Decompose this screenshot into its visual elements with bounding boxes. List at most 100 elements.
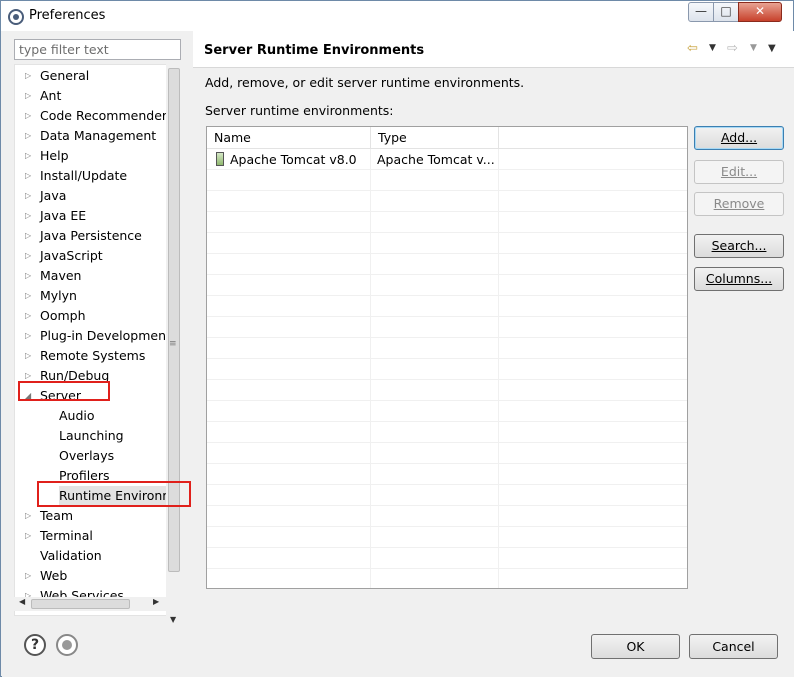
forward-dropdown-icon[interactable]: ▼ bbox=[750, 43, 757, 53]
preferences-window: Preferences — □ ✕ type filter text ▷ Gene… bbox=[0, 0, 794, 677]
cell-name bbox=[207, 548, 371, 569]
cell-name bbox=[207, 569, 371, 588]
view-menu-icon[interactable]: ▼ bbox=[768, 43, 776, 54]
tree-item[interactable]: ▷ Java EE bbox=[15, 206, 175, 226]
minimize-button[interactable]: — bbox=[688, 2, 714, 22]
tree-item[interactable]: ▷ Java Persistence bbox=[15, 226, 175, 246]
tree-horizontal-scrollbar[interactable]: ◀ ▶ bbox=[14, 597, 166, 611]
cell-type bbox=[371, 359, 499, 380]
cell-type bbox=[371, 233, 499, 254]
scroll-right-arrow-icon[interactable]: ▶ bbox=[153, 597, 159, 606]
columns-button[interactable]: Columns... bbox=[694, 267, 784, 291]
collapsed-arrow-icon[interactable]: ▷ bbox=[25, 526, 31, 546]
tree-item-label: Ant bbox=[40, 88, 62, 103]
back-arrow-icon[interactable]: ⇦ bbox=[687, 41, 698, 56]
tree-item-label: Audio bbox=[59, 408, 95, 423]
table-row bbox=[207, 212, 687, 233]
tree-item[interactable]: Audio bbox=[15, 406, 175, 426]
tree-item[interactable]: ▷ Install/Update bbox=[15, 166, 175, 186]
cell-name bbox=[207, 527, 371, 548]
tree-item-label: Validation bbox=[40, 548, 102, 563]
cell-type bbox=[371, 170, 499, 191]
search-button[interactable]: Search... bbox=[694, 234, 784, 258]
tree-item[interactable]: Validation bbox=[15, 546, 175, 566]
remove-button[interactable]: Remove bbox=[694, 192, 784, 216]
cell-name bbox=[207, 254, 371, 275]
tree-item[interactable]: ▷ Maven bbox=[15, 266, 175, 286]
cancel-button[interactable]: Cancel bbox=[689, 634, 778, 659]
collapsed-arrow-icon[interactable]: ▷ bbox=[25, 226, 31, 246]
tree-item-label: General bbox=[40, 68, 90, 83]
table-row bbox=[207, 317, 687, 338]
maximize-button[interactable]: □ bbox=[713, 2, 739, 22]
page-description: Add, remove, or edit server runtime envi… bbox=[205, 75, 525, 90]
close-button[interactable]: ✕ bbox=[738, 2, 782, 22]
table-row bbox=[207, 191, 687, 212]
collapsed-arrow-icon[interactable]: ▷ bbox=[25, 326, 31, 346]
collapsed-arrow-icon[interactable]: ▷ bbox=[25, 206, 31, 226]
collapsed-arrow-icon[interactable]: ▷ bbox=[25, 166, 31, 186]
collapsed-arrow-icon[interactable]: ▷ bbox=[25, 106, 31, 126]
tree-item[interactable]: ▷ Terminal bbox=[15, 526, 175, 546]
back-dropdown-icon[interactable]: ▼ bbox=[709, 43, 716, 53]
table-row[interactable]: Apache Tomcat v8.0 Apache Tomcat v... bbox=[207, 149, 687, 170]
table-row bbox=[207, 569, 687, 588]
tree-item[interactable]: ▷ JavaScript bbox=[15, 246, 175, 266]
cell-name bbox=[207, 506, 371, 527]
tree-item[interactable]: ▷ Help bbox=[15, 146, 175, 166]
tree-item[interactable]: ▷ Remote Systems bbox=[15, 346, 175, 366]
tree-item[interactable]: ▷ Data Management bbox=[15, 126, 175, 146]
tree-item[interactable]: ▷ Code Recommenders bbox=[15, 106, 175, 126]
collapsed-arrow-icon[interactable]: ▷ bbox=[25, 186, 31, 206]
column-header-name[interactable]: Name bbox=[207, 127, 371, 149]
tree-item[interactable]: Overlays bbox=[15, 446, 175, 466]
tree-item-label: Data Management bbox=[40, 128, 157, 143]
ok-button[interactable]: OK bbox=[591, 634, 680, 659]
tree-item[interactable]: ▷ Java bbox=[15, 186, 175, 206]
collapsed-arrow-icon[interactable]: ▷ bbox=[25, 86, 31, 106]
collapsed-arrow-icon[interactable]: ▷ bbox=[25, 146, 31, 166]
forward-arrow-icon[interactable]: ⇨ bbox=[727, 41, 738, 56]
tree-item[interactable]: ▷ Oomph bbox=[15, 306, 175, 326]
collapsed-arrow-icon[interactable]: ▷ bbox=[25, 506, 31, 526]
cell-type bbox=[371, 569, 499, 588]
tree-vertical-scrollbar[interactable]: ≡ ▼ bbox=[166, 64, 182, 628]
tree-item[interactable]: Launching bbox=[15, 426, 175, 446]
tree-item[interactable]: ▷ General bbox=[15, 66, 175, 86]
cell-type bbox=[371, 527, 499, 548]
hscroll-thumb[interactable] bbox=[31, 599, 130, 609]
column-header-type[interactable]: Type bbox=[371, 127, 499, 149]
collapsed-arrow-icon[interactable]: ▷ bbox=[25, 346, 31, 366]
add-button[interactable]: Add... bbox=[694, 126, 784, 150]
tree-item[interactable]: ▷ Plug-in Development bbox=[15, 326, 175, 346]
collapsed-arrow-icon[interactable]: ▷ bbox=[25, 566, 31, 586]
scroll-left-arrow-icon[interactable]: ◀ bbox=[19, 597, 25, 606]
cell-name bbox=[207, 359, 371, 380]
tree-item[interactable]: ▷ Web bbox=[15, 566, 175, 586]
collapsed-arrow-icon[interactable]: ▷ bbox=[25, 306, 31, 326]
table-caption: Server runtime environments: bbox=[205, 103, 394, 118]
cell-name bbox=[207, 275, 371, 296]
edit-button[interactable]: Edit... bbox=[694, 160, 784, 184]
collapsed-arrow-icon[interactable]: ▷ bbox=[25, 66, 31, 86]
tree-item-label: Java Persistence bbox=[40, 228, 142, 243]
cell-type bbox=[371, 254, 499, 275]
help-icon[interactable]: ? bbox=[24, 634, 46, 656]
cell-type bbox=[371, 401, 499, 422]
filter-input[interactable]: type filter text bbox=[14, 39, 181, 60]
tree-item-label: Team bbox=[40, 508, 74, 523]
collapsed-arrow-icon[interactable]: ▷ bbox=[25, 126, 31, 146]
record-icon[interactable] bbox=[56, 634, 78, 656]
scroll-down-arrow-icon[interactable]: ▼ bbox=[170, 615, 176, 624]
tree-item-label: Code Recommenders bbox=[40, 108, 174, 123]
tree-item[interactable]: ▷ Mylyn bbox=[15, 286, 175, 306]
cell-name bbox=[207, 422, 371, 443]
tree-item[interactable]: ▷ Ant bbox=[15, 86, 175, 106]
collapsed-arrow-icon[interactable]: ▷ bbox=[25, 286, 31, 306]
tree-item-label: Oomph bbox=[40, 308, 86, 323]
table-row bbox=[207, 464, 687, 485]
tree-item[interactable]: ▷ Team bbox=[15, 506, 175, 526]
table-row bbox=[207, 422, 687, 443]
collapsed-arrow-icon[interactable]: ▷ bbox=[25, 246, 31, 266]
collapsed-arrow-icon[interactable]: ▷ bbox=[25, 266, 31, 286]
